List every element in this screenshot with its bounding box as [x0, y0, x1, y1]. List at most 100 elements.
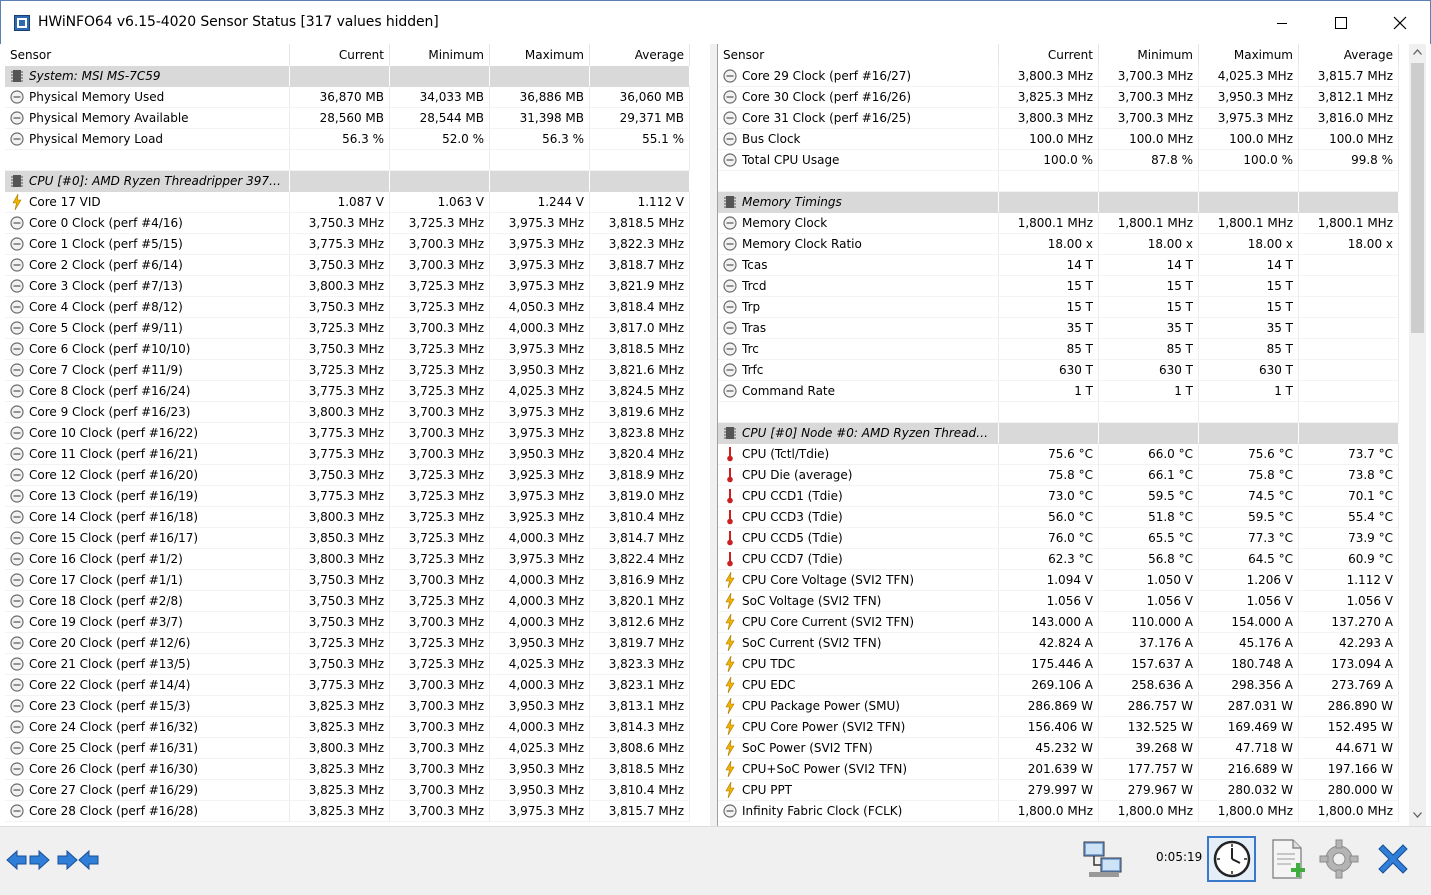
- column-header-maximum[interactable]: Maximum: [1199, 44, 1299, 66]
- sensor-row[interactable]: Core 12 Clock (perf #16/20) 3,750.3 MHz 3,…: [5, 465, 690, 486]
- sensor-row[interactable]: Core 9 Clock (perf #16/23) 3,800.3 MHz 3,7…: [5, 402, 690, 423]
- sensor-row[interactable]: Physical Memory Used 36,870 MB 34,033 MB 36…: [5, 87, 690, 108]
- sensor-row[interactable]: Memory Clock Ratio 18.00 x 18.00 x 18.00 x1…: [718, 234, 1399, 255]
- sensor-row[interactable]: CPU Core Voltage (SVI2 TFN) 1.094 V 1.050 …: [718, 570, 1399, 591]
- expand-columns-button[interactable]: [4, 841, 52, 879]
- sensor-row[interactable]: CPU+SoC Power (SVI2 TFN) 201.639 W 177.757…: [718, 759, 1399, 780]
- sensor-group-header[interactable]: CPU [#0]: AMD Ryzen Threadripper 3970X: [5, 171, 690, 192]
- sensor-row[interactable]: Core 5 Clock (perf #9/11) 3,725.3 MHz 3,70…: [5, 318, 690, 339]
- sensor-row[interactable]: Core 14 Clock (perf #16/18) 3,800.3 MHz 3,…: [5, 507, 690, 528]
- sensor-row[interactable]: Core 7 Clock (perf #11/9) 3,725.3 MHz 3,72…: [5, 360, 690, 381]
- sensor-row[interactable]: Trp 15 T 15 T 15 T: [718, 297, 1399, 318]
- sensor-row[interactable]: CPU Core Power (SVI2 TFN) 156.406 W 132.52…: [718, 717, 1399, 738]
- sensor-row[interactable]: Core 26 Clock (perf #16/30) 3,825.3 MHz 3,…: [5, 759, 690, 780]
- sensor-row[interactable]: Core 28 Clock (perf #16/28) 3,825.3 MHz 3,…: [5, 801, 690, 822]
- sensor-row[interactable]: CPU PPT 279.997 W 279.967 W 280.032 W 280.00…: [718, 780, 1399, 801]
- column-header-average[interactable]: Average: [590, 44, 690, 66]
- sensor-row[interactable]: CPU Package Power (SMU) 286.869 W 286.757 …: [718, 696, 1399, 717]
- chip-icon: [724, 427, 736, 439]
- sensor-row[interactable]: Core 1 Clock (perf #5/15) 3,775.3 MHz 3,70…: [5, 234, 690, 255]
- column-header-minimum[interactable]: Minimum: [390, 44, 490, 66]
- minimize-button[interactable]: [1259, 1, 1305, 45]
- settings-button[interactable]: [1314, 836, 1364, 882]
- sensor-row[interactable]: Trcd 15 T 15 T 15 T: [718, 276, 1399, 297]
- sensor-row[interactable]: Core 31 Clock (perf #16/25) 3,800.3 MHz 3,…: [718, 108, 1399, 129]
- sensor-row[interactable]: Core 13 Clock (perf #16/19) 3,775.3 MHz 3,…: [5, 486, 690, 507]
- sensor-row[interactable]: Core 23 Clock (perf #15/3) 3,825.3 MHz 3,7…: [5, 696, 690, 717]
- column-header-current[interactable]: Current: [290, 44, 390, 66]
- sensor-row[interactable]: Total CPU Usage 100.0 % 87.8 % 100.0 % 99.8 …: [718, 150, 1399, 171]
- sensor-table-left[interactable]: Sensor Current Minimum Maximum Average S…: [5, 44, 710, 826]
- sensor-group-header[interactable]: System: MSI MS-7C59: [5, 66, 690, 87]
- vertical-scrollbar[interactable]: [1409, 44, 1426, 826]
- column-header-current[interactable]: Current: [999, 44, 1099, 66]
- sensor-row[interactable]: CPU (Tctl/Tdie) 75.6 °C 66.0 °C 75.6 °C 73.7…: [718, 444, 1399, 465]
- sensor-row[interactable]: Core 21 Clock (perf #13/5) 3,750.3 MHz 3,7…: [5, 654, 690, 675]
- sensor-row[interactable]: Command Rate 1 T1 T1 T: [718, 381, 1399, 402]
- sensor-row[interactable]: Core 29 Clock (perf #16/27) 3,800.3 MHz 3,…: [718, 66, 1399, 87]
- sensor-row[interactable]: Core 18 Clock (perf #2/8) 3,750.3 MHz 3,72…: [5, 591, 690, 612]
- scroll-up-arrow-icon[interactable]: [1413, 49, 1422, 55]
- sensor-row[interactable]: Infinity Fabric Clock (FCLK) 1,800.0 MHz 1…: [718, 801, 1399, 822]
- sensor-row[interactable]: Core 25 Clock (perf #16/31) 3,800.3 MHz 3,…: [5, 738, 690, 759]
- sensor-row[interactable]: CPU TDC 175.446 A 157.637 A 180.748 A 173.09…: [718, 654, 1399, 675]
- scroll-down-arrow-icon[interactable]: [1413, 812, 1422, 818]
- sensor-row[interactable]: Core 22 Clock (perf #14/4) 3,775.3 MHz 3,7…: [5, 675, 690, 696]
- sensor-row[interactable]: SoC Current (SVI2 TFN) 42.824 A 37.176 A 45…: [718, 633, 1399, 654]
- column-header-maximum[interactable]: Maximum: [490, 44, 590, 66]
- sensor-row[interactable]: Core 0 Clock (perf #4/16) 3,750.3 MHz 3,72…: [5, 213, 690, 234]
- sensor-row[interactable]: Core 17 Clock (perf #1/1) 3,750.3 MHz 3,70…: [5, 570, 690, 591]
- sensor-row[interactable]: Physical Memory Available 28,560 MB 28,544…: [5, 108, 690, 129]
- sensor-row[interactable]: CPU CCD5 (Tdie) 76.0 °C 65.5 °C 77.3 °C 73.9…: [718, 528, 1399, 549]
- sensor-row[interactable]: Core 4 Clock (perf #8/12) 3,750.3 MHz 3,72…: [5, 297, 690, 318]
- column-header-sensor[interactable]: Sensor: [718, 44, 999, 66]
- log-report-button[interactable]: [1262, 836, 1312, 882]
- maximize-button[interactable]: [1318, 1, 1364, 45]
- sensor-group-header[interactable]: CPU [#0] Node #0: AMD Ryzen Threadrip...: [718, 423, 1399, 444]
- sensor-row[interactable]: Trfc 630 T 630 T 630 T: [718, 360, 1399, 381]
- clock-reset-button[interactable]: [1207, 836, 1256, 882]
- sensor-row[interactable]: SoC Power (SVI2 TFN) 45.232 W 39.268 W 47.7…: [718, 738, 1399, 759]
- sensor-row[interactable]: CPU CCD3 (Tdie) 56.0 °C 51.8 °C 59.5 °C 55.4…: [718, 507, 1399, 528]
- sensor-row[interactable]: Core 15 Clock (perf #16/17) 3,850.3 MHz 3,…: [5, 528, 690, 549]
- sensor-row[interactable]: Core 27 Clock (perf #16/29) 3,825.3 MHz 3,…: [5, 780, 690, 801]
- value-minimum: 3,700.3 MHz: [390, 717, 490, 738]
- exit-button[interactable]: [1368, 836, 1418, 882]
- sensor-row[interactable]: Memory Clock 1,800.1 MHz 1,800.1 MHz 1,800.…: [718, 213, 1399, 234]
- sensor-row[interactable]: Core 20 Clock (perf #12/6) 3,725.3 MHz 3,7…: [5, 633, 690, 654]
- scrollbar-thumb[interactable]: [1411, 63, 1424, 333]
- collapse-columns-button[interactable]: [54, 841, 102, 879]
- sensor-row[interactable]: Core 17 VID 1.087 V 1.063 V 1.244 V 1.112 V: [5, 192, 690, 213]
- sensor-row[interactable]: Core 2 Clock (perf #6/14) 3,750.3 MHz 3,70…: [5, 255, 690, 276]
- sensor-row[interactable]: CPU EDC 269.106 A 258.636 A 298.356 A 273.76…: [718, 675, 1399, 696]
- network-button[interactable]: [1078, 835, 1128, 883]
- column-header-average[interactable]: Average: [1299, 44, 1399, 66]
- sensor-row[interactable]: SoC Voltage (SVI2 TFN) 1.056 V 1.056 V 1.05…: [718, 591, 1399, 612]
- sensor-row[interactable]: Core 24 Clock (perf #16/32) 3,825.3 MHz 3,…: [5, 717, 690, 738]
- column-header-sensor[interactable]: Sensor: [5, 44, 290, 66]
- sensor-row[interactable]: Core 11 Clock (perf #16/21) 3,775.3 MHz 3,…: [5, 444, 690, 465]
- sensor-row[interactable]: CPU CCD1 (Tdie) 73.0 °C 59.5 °C 74.5 °C 70.1…: [718, 486, 1399, 507]
- sensor-row[interactable]: Core 3 Clock (perf #7/13) 3,800.3 MHz 3,72…: [5, 276, 690, 297]
- sensor-row[interactable]: Bus Clock 100.0 MHz 100.0 MHz 100.0 MHz 100.…: [718, 129, 1399, 150]
- sensor-row[interactable]: CPU Die (average) 75.8 °C 66.1 °C 75.8 °C 73…: [718, 465, 1399, 486]
- sensor-row[interactable]: Trc 85 T 85 T 85 T: [718, 339, 1399, 360]
- sensor-name-cell: Physical Memory Load: [5, 129, 290, 150]
- sensor-row[interactable]: Core 16 Clock (perf #1/2) 3,800.3 MHz 3,72…: [5, 549, 690, 570]
- sensor-row[interactable]: Core 30 Clock (perf #16/26) 3,825.3 MHz 3,…: [718, 87, 1399, 108]
- sensor-row[interactable]: Core 6 Clock (perf #10/10) 3,750.3 MHz 3,7…: [5, 339, 690, 360]
- sensor-row[interactable]: Core 19 Clock (perf #3/7) 3,750.3 MHz 3,70…: [5, 612, 690, 633]
- sensor-row[interactable]: Core 10 Clock (perf #16/22) 3,775.3 MHz 3,…: [5, 423, 690, 444]
- sensor-row[interactable]: CPU CCD7 (Tdie) 62.3 °C 56.8 °C 64.5 °C 60.9…: [718, 549, 1399, 570]
- gauge-icon: [10, 342, 24, 356]
- sensor-row[interactable]: CPU Core Current (SVI2 TFN) 143.000 A 110.…: [718, 612, 1399, 633]
- sensor-group-header[interactable]: Memory Timings: [718, 192, 1399, 213]
- sensor-row[interactable]: Physical Memory Load 56.3 % 52.0 % 56.3 % 55…: [5, 129, 690, 150]
- sensor-row[interactable]: Core 8 Clock (perf #16/24) 3,775.3 MHz 3,7…: [5, 381, 690, 402]
- sensor-row[interactable]: Tras 35 T 35 T 35 T: [718, 318, 1399, 339]
- close-button[interactable]: [1377, 1, 1423, 45]
- column-header-minimum[interactable]: Minimum: [1099, 44, 1199, 66]
- sensor-table-right[interactable]: Sensor Current Minimum Maximum Average C…: [717, 44, 1426, 826]
- sensor-row[interactable]: Tcas 14 T 14 T 14 T: [718, 255, 1399, 276]
- panel-splitter[interactable]: [710, 44, 717, 826]
